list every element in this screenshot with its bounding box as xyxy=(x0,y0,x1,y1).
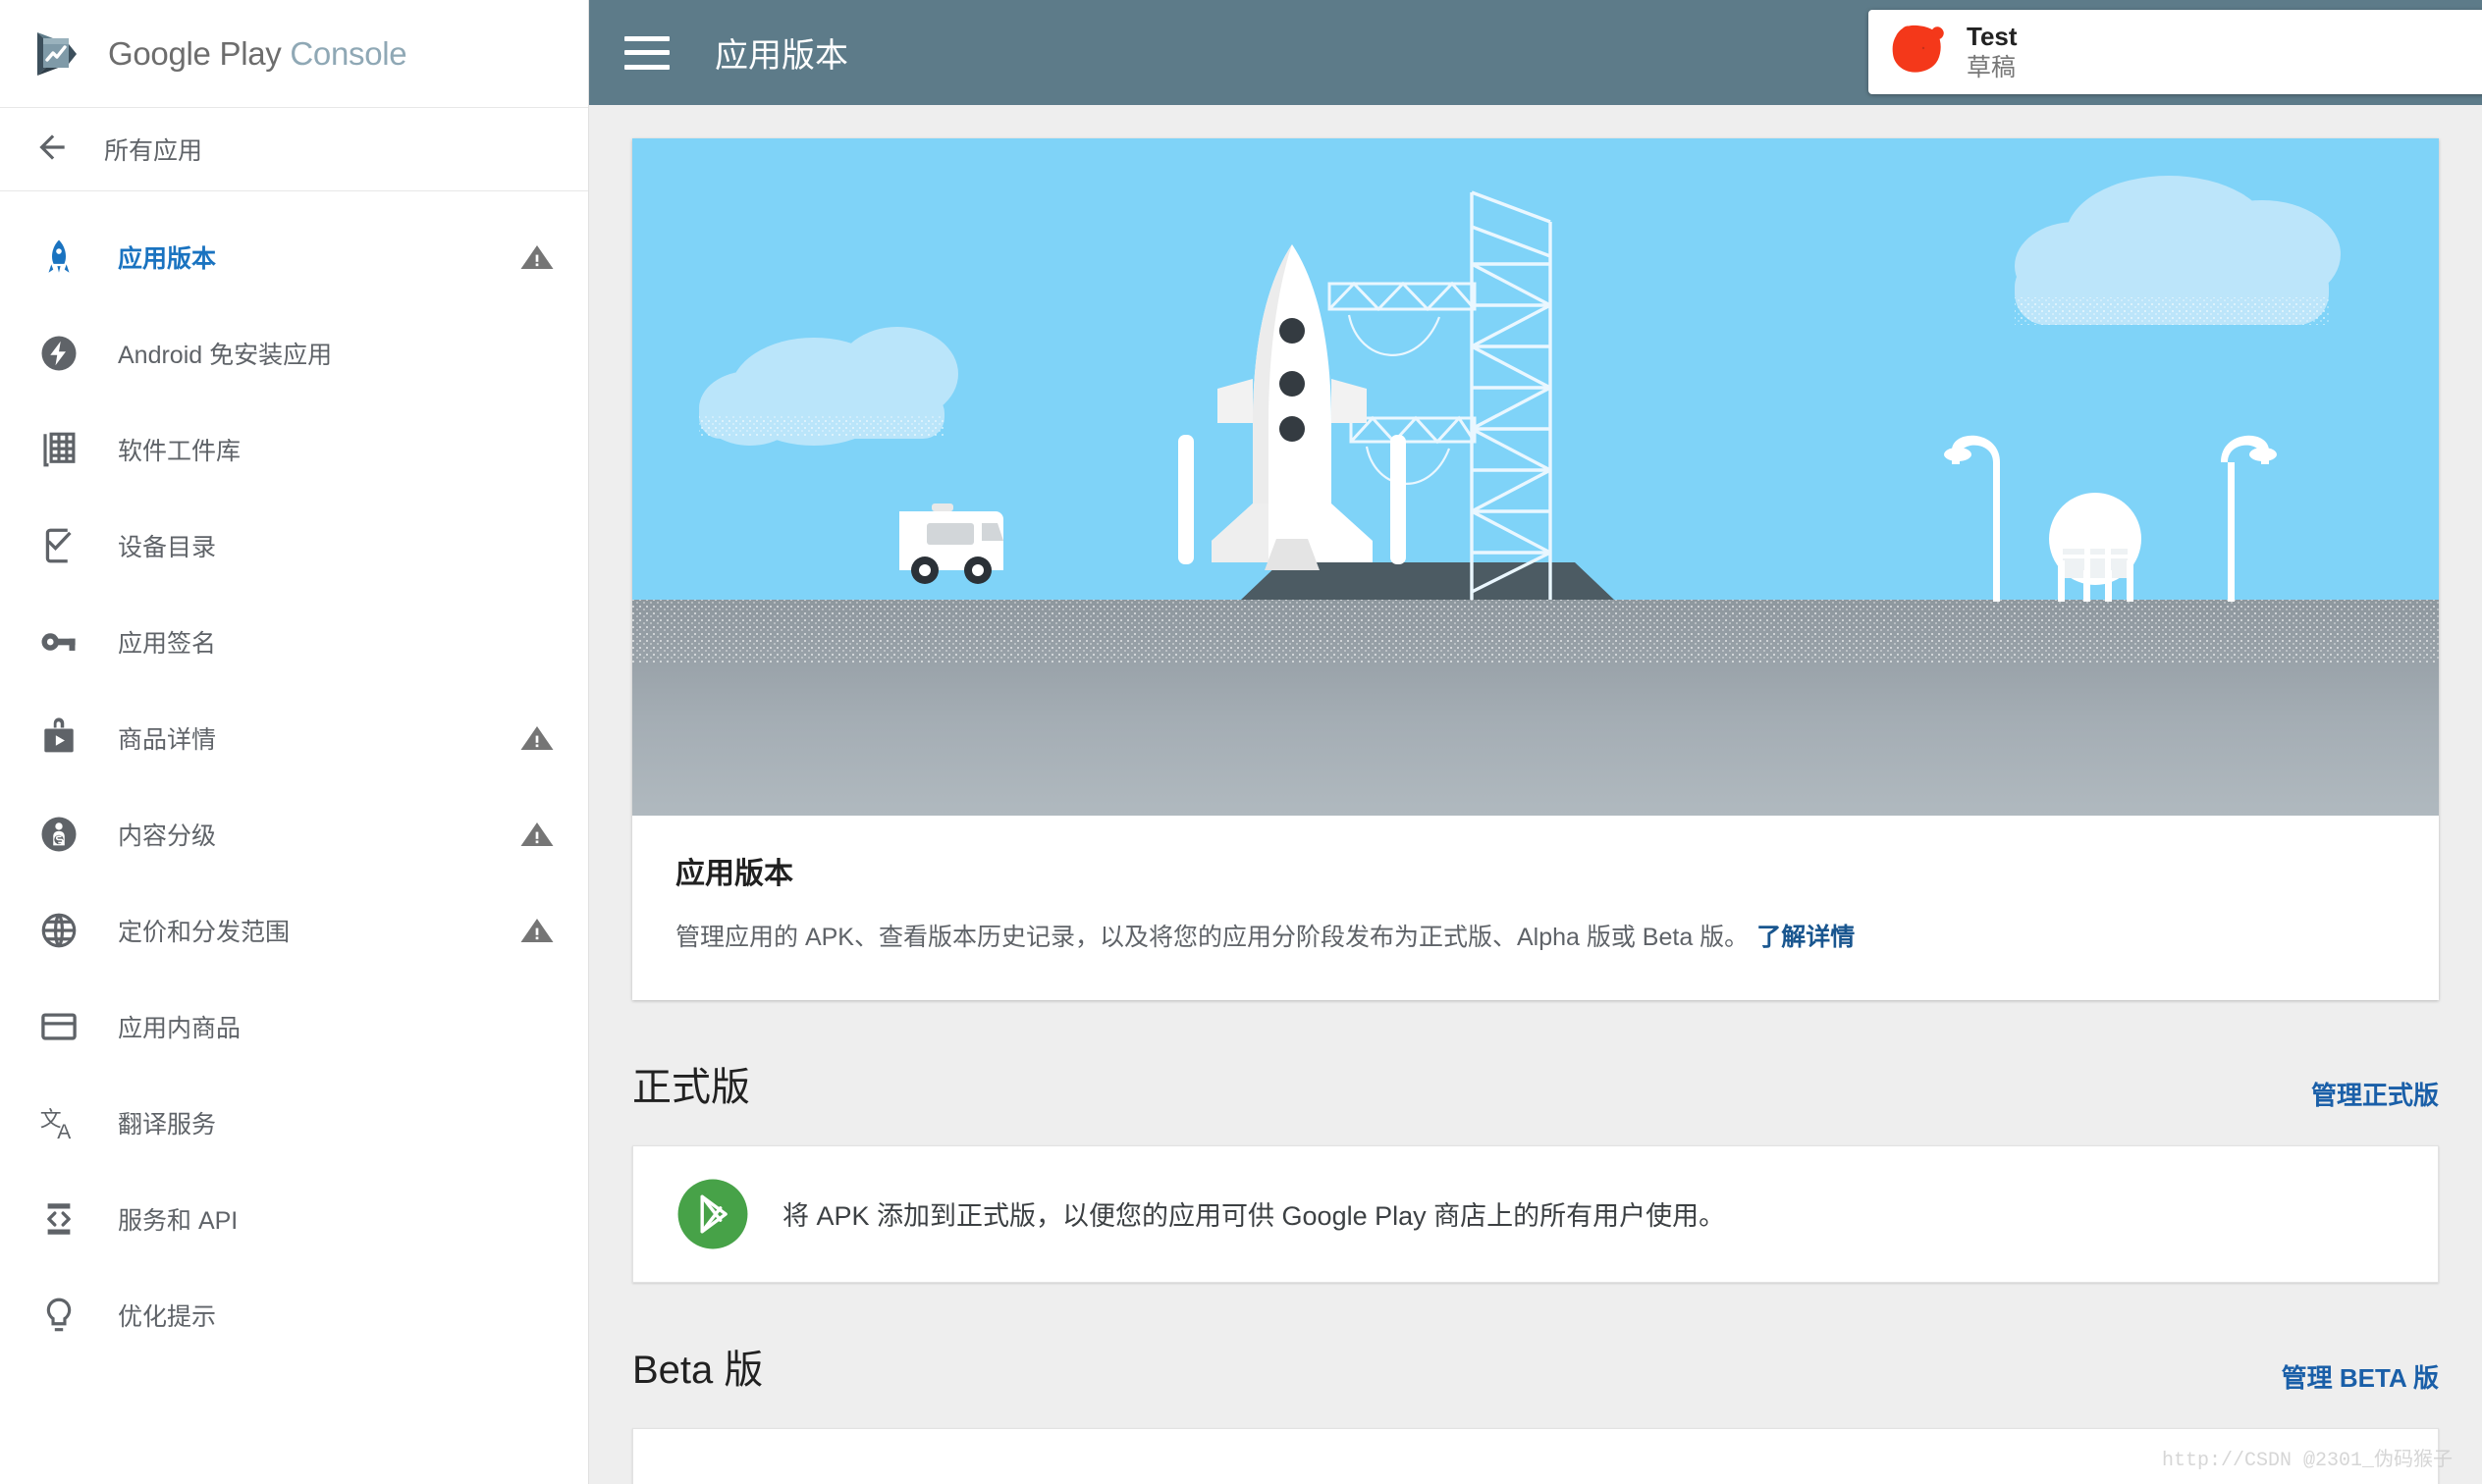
beta-track-card[interactable] xyxy=(632,1427,2439,1484)
play-console-logo-icon xyxy=(31,28,82,80)
topbar: 应用版本 Test 草稿 xyxy=(589,0,2482,105)
back-label: 所有应用 xyxy=(104,137,203,165)
sidebar-item-label: Android 免安装应用 xyxy=(118,342,333,369)
hero-description: 管理应用的 APK、查看版本历史记录，以及将您的应用分阶段发布为正式版、Alph… xyxy=(675,924,1750,951)
artifact-library-icon xyxy=(33,429,84,470)
svg-text:A: A xyxy=(57,1121,71,1143)
sidebar-item-store-listing[interactable]: 商品详情 xyxy=(0,690,588,786)
sidebar-item-in-app-products[interactable]: 应用内商品 xyxy=(0,979,588,1075)
warning-triangle-icon xyxy=(519,720,555,756)
sidebar-nav: 应用版本 Android 免安装应用 软件工件库 设备目录 应用签名 商品详情 … xyxy=(0,191,588,1363)
section-header-production: 正式版 管理正式版 xyxy=(632,1055,2439,1118)
section-header-beta: Beta 版 管理 BETA 版 xyxy=(632,1338,2439,1401)
brand-word-google-play: Google Play xyxy=(108,34,282,72)
hero-description-wrap: 管理应用的 APK、查看版本历史记录，以及将您的应用分阶段发布为正式版、Alph… xyxy=(675,920,2396,957)
sidebar-item-label: 优化提示 xyxy=(118,1303,217,1331)
manage-beta-link[interactable]: 管理 BETA 版 xyxy=(2282,1358,2439,1395)
back-to-all-apps[interactable]: 所有应用 xyxy=(0,108,588,191)
device-catalog-icon xyxy=(33,525,84,566)
sidebar-item-services-and-apis[interactable]: 服务和 API xyxy=(0,1171,588,1267)
sidebar-item-label: 应用版本 xyxy=(118,245,217,273)
section-title: 正式版 xyxy=(632,1065,750,1109)
sidebar-item-label: 商品详情 xyxy=(118,726,217,754)
google-play-badge-icon xyxy=(676,1178,749,1250)
sidebar-item-artifact-library[interactable]: 软件工件库 xyxy=(0,401,588,498)
key-icon xyxy=(33,621,84,662)
hamburger-menu-icon[interactable] xyxy=(624,35,670,70)
sidebar-item-android-instant-apps[interactable]: Android 免安装应用 xyxy=(0,305,588,401)
sidebar-item-label: 服务和 API xyxy=(118,1207,239,1235)
credit-card-icon xyxy=(33,1006,84,1047)
brand-word-console: Console xyxy=(290,34,407,72)
hero-body: 应用版本 管理应用的 APK、查看版本历史记录，以及将您的应用分阶段发布为正式版… xyxy=(632,816,2439,1000)
production-track-card[interactable]: 将 APK 添加到正式版，以便您的应用可供 Google Play 商店上的所有… xyxy=(632,1144,2439,1283)
code-device-icon xyxy=(33,1198,84,1240)
brand-title: Google Play Console xyxy=(108,34,407,73)
learn-more-link[interactable]: 了解详情 xyxy=(1756,924,1855,951)
page-title: 应用版本 xyxy=(715,37,848,75)
sidebar-item-device-catalog[interactable]: 设备目录 xyxy=(0,498,588,594)
sidebar-item-label: 翻译服务 xyxy=(118,1111,217,1139)
app-selector[interactable]: Test 草稿 xyxy=(1868,10,2482,94)
rocket-icon xyxy=(33,237,84,278)
sidebar-item-pricing-distribution[interactable]: 定价和分发范围 xyxy=(0,882,588,979)
warning-triangle-icon xyxy=(519,239,555,275)
content-scroll[interactable]: 应用版本 管理应用的 APK、查看版本历史记录，以及将您的应用分阶段发布为正式版… xyxy=(589,105,2482,1484)
hero-heading: 应用版本 xyxy=(675,858,793,890)
app-name: Test xyxy=(1967,22,2018,52)
section-title: Beta 版 xyxy=(632,1348,764,1392)
production-track-text: 将 APK 添加到正式版，以便您的应用可供 Google Play 商店上的所有… xyxy=(782,1201,1726,1231)
sidebar-item-translation-service[interactable]: 文 A 翻译服务 xyxy=(0,1075,588,1171)
sidebar-item-content-rating[interactable]: 内容分级 xyxy=(0,786,588,882)
sidebar-item-label: 应用内商品 xyxy=(118,1015,242,1042)
main-area: 应用版本 Test 草稿 应用版本 管理应用的 APK、查看版本历史记录，以及将… xyxy=(589,0,2482,1484)
sidebar-item-label: 定价和分发范围 xyxy=(118,919,291,946)
globe-icon xyxy=(33,910,84,951)
arrow-left-icon xyxy=(33,129,71,171)
rocket-launch-pad-illustration xyxy=(632,138,2439,816)
warning-triangle-icon xyxy=(519,913,555,948)
sidebar-item-label: 软件工件库 xyxy=(118,438,242,465)
app-state-badge: 草稿 xyxy=(1967,53,2017,81)
app-root: Google Play Console 所有应用 应用版本 Android 免安… xyxy=(0,0,2482,1484)
sidebar-item-optimization-tips[interactable]: 优化提示 xyxy=(0,1267,588,1363)
sidebar-item-app-signing[interactable]: 应用签名 xyxy=(0,594,588,690)
sidebar: Google Play Console 所有应用 应用版本 Android 免安… xyxy=(0,0,589,1484)
lightbulb-icon xyxy=(33,1295,84,1336)
sidebar-item-label: 内容分级 xyxy=(118,822,217,850)
brand-header[interactable]: Google Play Console xyxy=(0,0,588,108)
app-meta: Test 草稿 xyxy=(1967,21,2018,83)
app-icon-redacted xyxy=(1882,21,1955,83)
sidebar-item-label: 应用签名 xyxy=(118,630,217,658)
store-listing-icon xyxy=(33,717,84,759)
translate-icon: 文 A xyxy=(33,1102,84,1143)
sidebar-item-app-releases[interactable]: 应用版本 xyxy=(0,209,588,305)
sidebar-item-label: 设备目录 xyxy=(118,534,217,561)
content-rating-icon xyxy=(33,814,84,855)
warning-triangle-icon xyxy=(519,817,555,852)
hero-card: 应用版本 管理应用的 APK、查看版本历史记录，以及将您的应用分阶段发布为正式版… xyxy=(632,138,2439,1000)
manage-production-link[interactable]: 管理正式版 xyxy=(2311,1076,2439,1112)
instant-app-icon xyxy=(33,333,84,374)
